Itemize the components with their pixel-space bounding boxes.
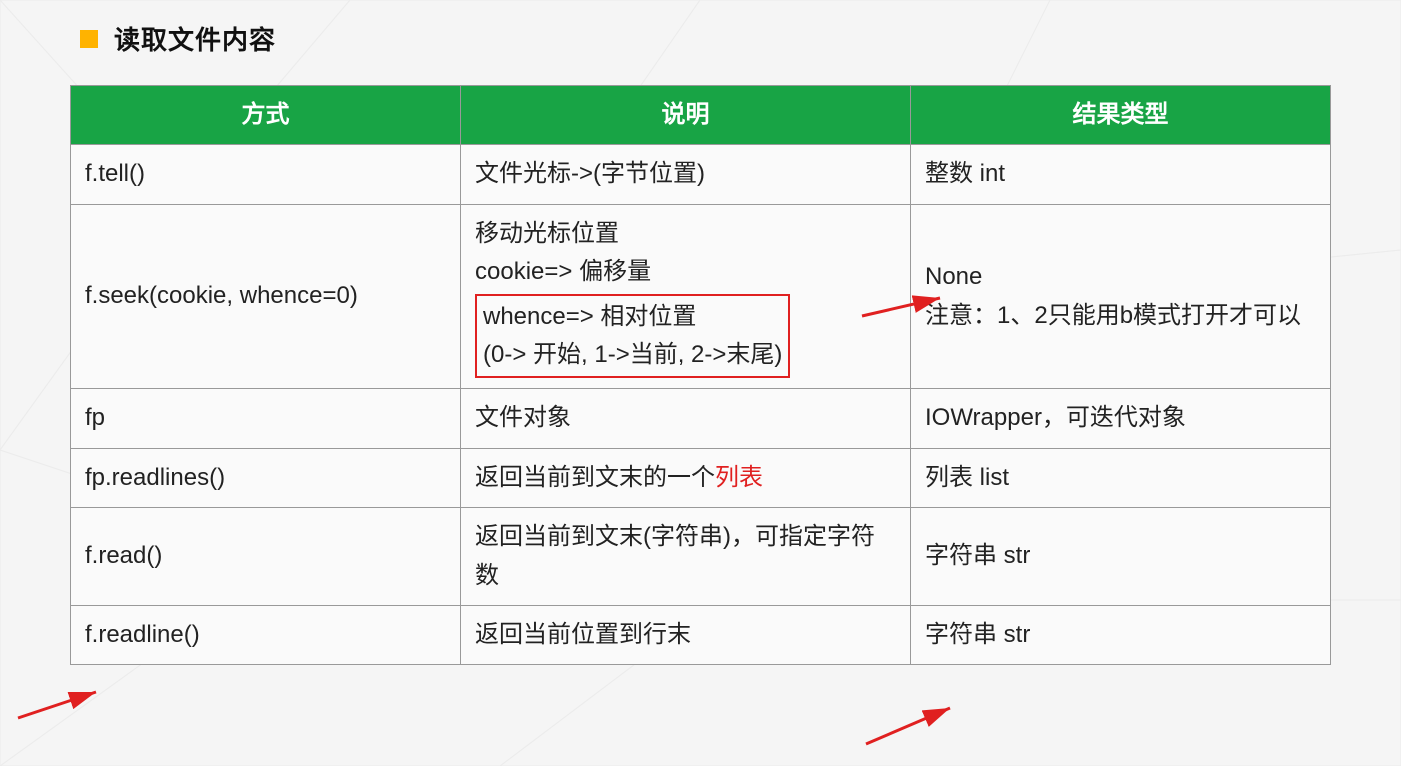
desc-top: 移动光标位置 cookie=> 偏移量	[475, 215, 896, 292]
header-desc: 说明	[461, 86, 911, 145]
cell-type: None 注意：1、2只能用b模式打开才可以	[911, 204, 1331, 389]
bullet-icon	[80, 30, 98, 48]
cell-method: f.tell()	[71, 145, 461, 204]
cell-desc: 移动光标位置 cookie=> 偏移量 whence=> 相对位置 (0-> 开…	[461, 204, 911, 389]
table-row: fp 文件对象 IOWrapper，可迭代对象	[71, 389, 1331, 448]
arrow-icon	[14, 684, 104, 724]
cell-method: f.seek(cookie, whence=0)	[71, 204, 461, 389]
slide-title: 读取文件内容	[114, 20, 276, 57]
table-row: f.readline() 返回当前位置到行末 字符串 str	[71, 605, 1331, 664]
header-method: 方式	[71, 86, 461, 145]
table-row: f.read() 返回当前到文末(字符串)，可指定字符数 字符串 str	[71, 508, 1331, 606]
cell-method: fp	[71, 389, 461, 448]
file-read-table: 方式 说明 结果类型 f.tell() 文件光标->(字节位置) 整数 int …	[70, 85, 1331, 665]
desc-highlight-box: whence=> 相对位置 (0-> 开始, 1->当前, 2->末尾)	[475, 294, 790, 379]
table-row: fp.readlines() 返回当前到文末的一个列表 列表 list	[71, 448, 1331, 507]
desc-red-text: 列表	[715, 464, 763, 491]
cell-desc: 返回当前位置到行末	[461, 605, 911, 664]
cell-type: IOWrapper，可迭代对象	[911, 389, 1331, 448]
arrow-icon	[860, 700, 960, 750]
header-type: 结果类型	[911, 86, 1331, 145]
table-row: f.tell() 文件光标->(字节位置) 整数 int	[71, 145, 1331, 204]
slide-content: 读取文件内容 方式 说明 结果类型 f.tell() 文件光标->(字节位置) …	[0, 0, 1401, 665]
cell-method: f.readline()	[71, 605, 461, 664]
cell-method: f.read()	[71, 508, 461, 606]
desc-prefix: 返回当前到文末的一个	[475, 464, 715, 491]
cell-type: 字符串 str	[911, 605, 1331, 664]
cell-type: 整数 int	[911, 145, 1331, 204]
cell-type: 字符串 str	[911, 508, 1331, 606]
cell-desc: 文件光标->(字节位置)	[461, 145, 911, 204]
slide-title-row: 读取文件内容	[80, 20, 1331, 57]
table-row: f.seek(cookie, whence=0) 移动光标位置 cookie=>…	[71, 204, 1331, 389]
cell-method: fp.readlines()	[71, 448, 461, 507]
cell-type: 列表 list	[911, 448, 1331, 507]
cell-desc: 返回当前到文末的一个列表	[461, 448, 911, 507]
cell-desc: 返回当前到文末(字符串)，可指定字符数	[461, 508, 911, 606]
cell-desc: 文件对象	[461, 389, 911, 448]
